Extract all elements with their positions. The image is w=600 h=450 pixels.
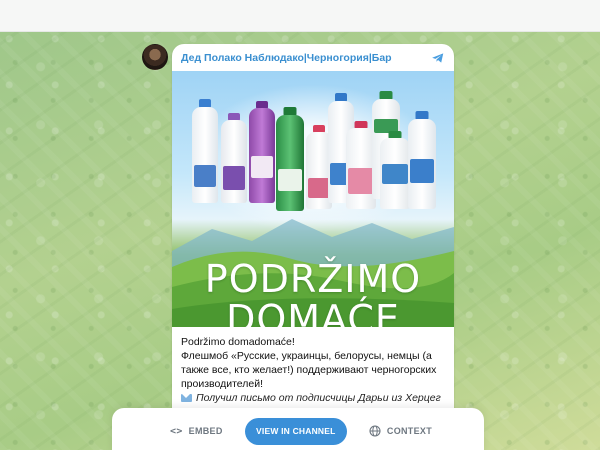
telegram-icon[interactable] xyxy=(431,51,445,65)
globe-icon xyxy=(369,425,381,437)
code-icon: <> xyxy=(170,425,183,437)
bottle-green-drink xyxy=(276,107,304,211)
post-text-line-1: Podržimo domadomaće! xyxy=(181,336,295,348)
embed-label: EMBED xyxy=(188,426,223,436)
embed-button[interactable]: <> EMBED xyxy=(170,426,223,437)
top-bar xyxy=(0,0,600,32)
post-text-line-2: Флешмоб «Русские, украинцы, белорусы, не… xyxy=(181,350,437,390)
channel-name[interactable]: Дед Полако Наблюдако|Черногория|Бар xyxy=(181,52,431,64)
bottle-yogurt-purple xyxy=(221,113,247,203)
bottle-jogurt xyxy=(408,111,436,209)
context-label: CONTEXT xyxy=(386,426,432,436)
view-in-channel-button[interactable]: VIEW IN CHANNEL xyxy=(244,417,347,445)
post-card: Дед Полако Наблюдако|Черногория|Бар PODR… xyxy=(172,44,454,450)
post-text: Podržimo domadomaće! Флешмоб «Русские, у… xyxy=(172,327,454,419)
envelope-icon xyxy=(181,394,192,402)
channel-avatar[interactable] xyxy=(142,44,168,70)
context-button[interactable]: CONTEXT xyxy=(369,425,432,437)
post-image[interactable]: PODRŽIMO DOMAĆE xyxy=(172,71,454,327)
embed-action-bar: <> EMBED VIEW IN CHANNEL CONTEXT xyxy=(112,408,484,450)
post-header: Дед Полако Наблюдако|Черногория|Бар xyxy=(172,44,454,71)
bottle-yogurt-small xyxy=(380,131,410,209)
bottle-purple-drink xyxy=(249,101,275,203)
headline-line-2: DOMAĆE xyxy=(226,297,400,327)
bottle-milk-1 xyxy=(192,99,218,203)
headline-line-1: PODRŽIMO xyxy=(204,257,422,301)
